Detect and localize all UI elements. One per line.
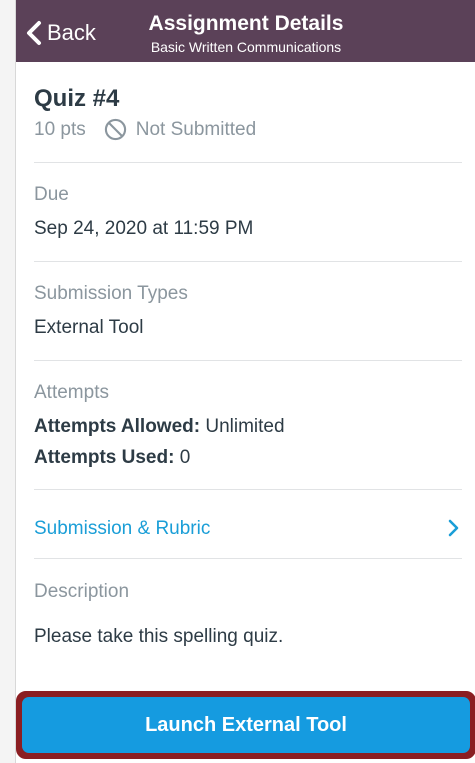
launch-button-highlight: Launch External Tool	[16, 691, 475, 759]
attempts-allowed-label: Attempts Allowed:	[34, 416, 201, 437]
bottom-edge	[16, 759, 475, 763]
assignment-details-screen: Back Assignment Details Basic Written Co…	[15, 0, 475, 763]
app-frame: Back Assignment Details Basic Written Co…	[0, 0, 475, 763]
submission-rubric-row[interactable]: Submission & Rubric	[34, 512, 462, 546]
attempts-used: Attempts Used: 0	[34, 447, 190, 469]
page-title: Assignment Details	[148, 12, 344, 35]
attempts-allowed: Attempts Allowed: Unlimited	[34, 416, 285, 438]
submission-types-value: External Tool	[34, 317, 144, 338]
assignment-meta: 10 pts Not Submitted	[34, 118, 256, 141]
assignment-points: 10 pts	[34, 118, 86, 140]
attempts-used-value: 0	[179, 447, 191, 468]
launch-external-tool-button[interactable]: Launch External Tool	[22, 697, 470, 753]
due-date: Sep 24, 2020 at 11:59 PM	[34, 218, 254, 239]
divider	[34, 162, 462, 163]
submission-types-label: Submission Types	[34, 283, 188, 304]
submission-rubric-link[interactable]: Submission & Rubric	[34, 518, 210, 540]
assignment-title: Quiz #4	[34, 85, 120, 112]
attempts-label: Attempts	[34, 382, 109, 403]
no-entry-icon	[104, 118, 126, 141]
navigation-bar: Back Assignment Details Basic Written Co…	[16, 0, 475, 62]
submission-status: Not Submitted	[135, 118, 257, 140]
divider	[34, 261, 462, 262]
course-subtitle: Basic Written Communications	[150, 39, 342, 55]
divider	[34, 360, 462, 361]
description-text: Please take this spelling quiz.	[34, 626, 284, 647]
attempts-allowed-value: Unlimited	[205, 416, 285, 437]
attempts-used-label: Attempts Used:	[34, 447, 175, 468]
description-label: Description	[34, 581, 130, 602]
divider	[34, 558, 462, 559]
due-label: Due	[34, 184, 69, 205]
divider	[34, 489, 462, 490]
chevron-right-icon	[448, 519, 459, 537]
